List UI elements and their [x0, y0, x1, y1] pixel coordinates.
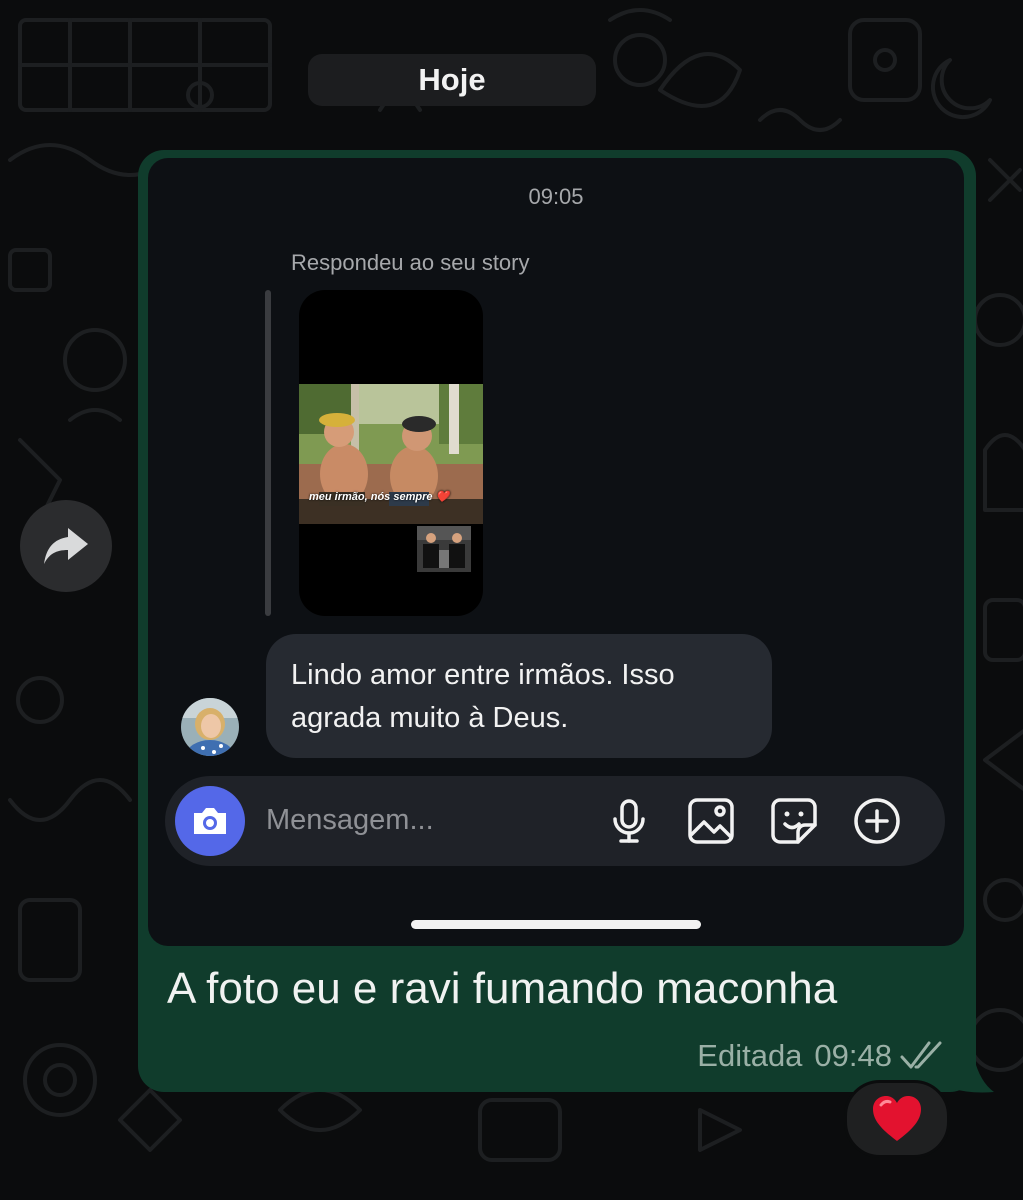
share-arrow-icon	[44, 528, 88, 564]
date-separator: Hoje	[308, 54, 596, 106]
microphone-icon[interactable]	[605, 797, 653, 845]
reply-message-line-1: Lindo amor entre irmãos. Isso	[291, 659, 675, 691]
camera-icon	[194, 808, 226, 834]
story-photo	[299, 384, 483, 524]
double-check-read-icon	[900, 1041, 942, 1069]
plus-icon[interactable]	[853, 797, 901, 845]
instagram-screenshot-image[interactable]: 09:05 Respondeu ao seu story meu irmão, …	[148, 158, 964, 946]
story-thumbnail: meu irmão, nós sempre ❤️	[299, 290, 483, 616]
message-time: 09:48	[814, 1038, 892, 1073]
heart-reaction[interactable]	[844, 1080, 950, 1158]
screenshot-timestamp: 09:05	[528, 184, 584, 209]
story-caption: meu irmão, nós sempre ❤️	[309, 491, 450, 503]
bubble-tail	[950, 1058, 994, 1093]
message-input[interactable]	[266, 802, 566, 838]
camera-button[interactable]	[175, 786, 245, 856]
story-reply-label: Respondeu ao seu story	[291, 250, 530, 275]
sender-avatar[interactable]	[181, 698, 239, 756]
forward-button[interactable]	[20, 500, 112, 592]
outgoing-message-bubble[interactable]: 09:05 Respondeu ao seu story meu irmão, …	[138, 150, 976, 1092]
heart-icon	[873, 1096, 921, 1141]
avatar-photo	[181, 698, 239, 756]
reply-message-line-2: agrada muito à Deus.	[291, 702, 569, 734]
sticker-icon[interactable]	[770, 797, 818, 845]
message-composer	[165, 776, 945, 866]
gallery-icon[interactable]	[687, 797, 735, 845]
message-text: A foto eu e ravi fumando maconha	[167, 964, 838, 1013]
story-mini-photo	[417, 526, 471, 572]
message-meta: Editada 09:48	[697, 1038, 944, 1074]
home-indicator	[411, 920, 701, 929]
story-reply-message: Lindo amor entre irmãos. Isso agrada mui…	[266, 634, 772, 758]
reply-indicator-bar	[265, 290, 271, 616]
edited-label: Editada	[697, 1038, 803, 1073]
